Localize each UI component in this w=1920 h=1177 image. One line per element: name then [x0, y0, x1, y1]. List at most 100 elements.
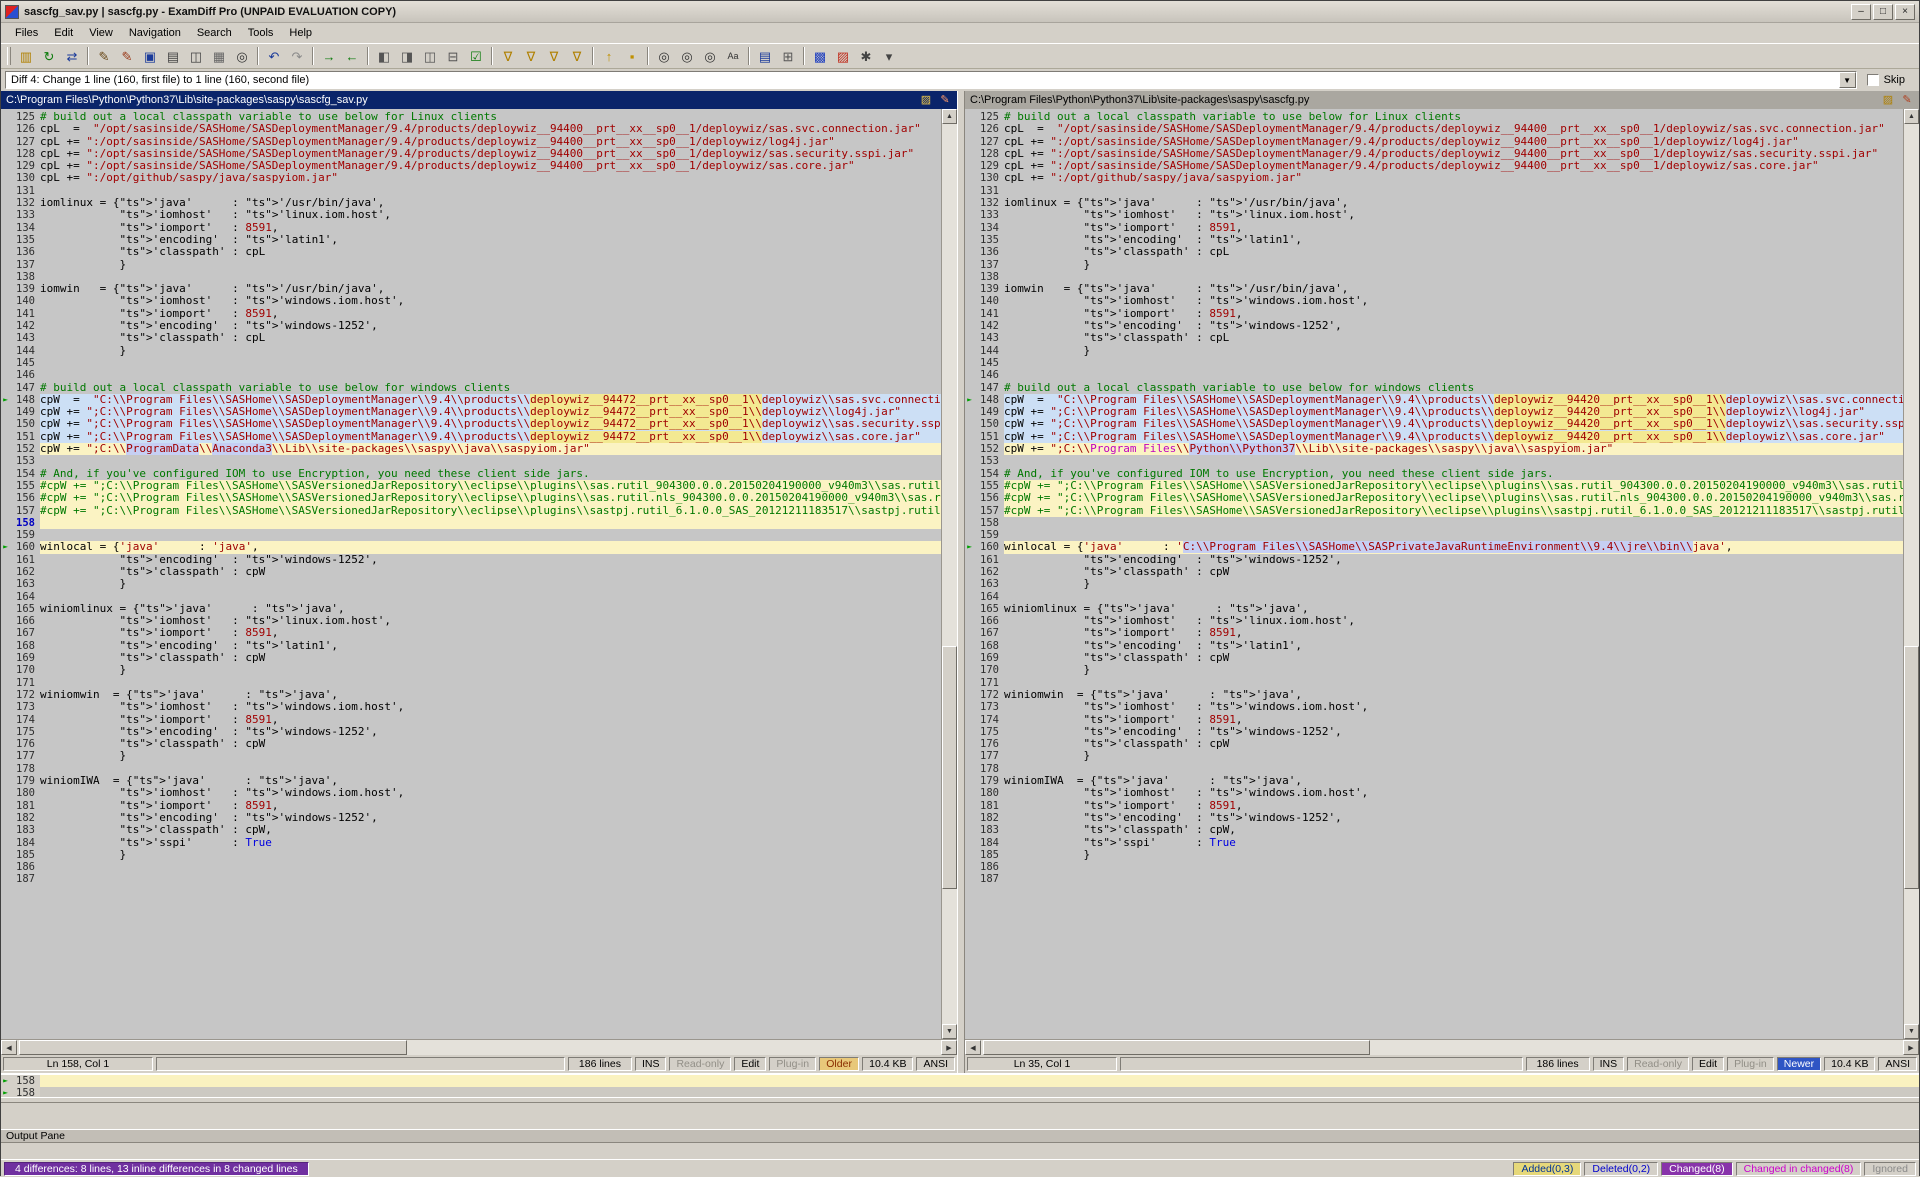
filter-case-icon[interactable]: ∇ [543, 46, 565, 66]
code-line[interactable]: 185 } [1, 849, 941, 861]
code-line[interactable]: 166 "ts">'iomhost' : "ts">'linux.iom.hos… [1, 615, 941, 627]
minimize-button[interactable]: – [1851, 4, 1871, 20]
code-line[interactable]: 151cpW += ";C:\\Program Files\\SASHome\\… [965, 431, 1903, 443]
second-file-hor izontal-scrollbar[interactable]: ◀ ▶ [965, 1039, 1919, 1055]
code-line[interactable]: 130cpL += ":/opt/github/saspy/java/saspy… [1, 172, 941, 184]
code-line[interactable]: 175 "ts">'encoding' : "ts">'windows-1252… [1, 726, 941, 738]
undo-icon[interactable]: ↶ [263, 46, 285, 66]
stop-icon[interactable]: ▪ [621, 46, 643, 66]
code-line[interactable]: 156#cpW += ";C:\\Program Files\\SASHome\… [965, 492, 1903, 504]
code-line[interactable]: 129cpL += ":/opt/sasinside/SASHome/SASDe… [965, 160, 1903, 172]
code-line[interactable]: 139iomwin = {"ts">'java' : "ts">'/usr/bi… [1, 283, 941, 295]
code-line[interactable]: 183 "ts">'classpath' : cpW, [1, 824, 941, 836]
code-line[interactable]: 143 "ts">'classpath' : cpL [1, 332, 941, 344]
code-line[interactable]: 135 "ts">'encoding' : "ts">'latin1', [965, 234, 1903, 246]
code-line[interactable]: 166 "ts">'iomhost' : "ts">'linux.iom.hos… [965, 615, 1903, 627]
code-line[interactable]: 176 "ts">'classpath' : cpW [1, 738, 941, 750]
code-line[interactable]: 180 "ts">'iomhost' : "ts">'windows.iom.h… [965, 787, 1903, 799]
scroll-thumb[interactable] [1904, 646, 1919, 889]
code-line[interactable]: 168 "ts">'encoding' : "ts">'latin1', [965, 640, 1903, 652]
code-line[interactable]: 136 "ts">'classpath' : cpL [965, 246, 1903, 258]
code-line[interactable]: 133 "ts">'iomhost' : "ts">'linux.iom.hos… [965, 209, 1903, 221]
toolbar-grip[interactable] [7, 47, 11, 65]
code-line[interactable]: 162 "ts">'classpath' : cpW [965, 566, 1903, 578]
code-line[interactable]: 135 "ts">'encoding' : "ts">'latin1', [1, 234, 941, 246]
scroll-down-icon[interactable]: ▼ [942, 1024, 957, 1039]
menu-item-navigation[interactable]: Navigation [121, 25, 189, 41]
maximize-button[interactable]: □ [1873, 4, 1893, 20]
next-difference-icon[interactable]: → [318, 46, 340, 66]
code-line[interactable]: 161 "ts">'encoding' : "ts">'windows-1252… [1, 554, 941, 566]
first-file-code-area[interactable]: 125# build out a local classpath variabl… [1, 109, 957, 1039]
code-line[interactable]: 169 "ts">'classpath' : cpW [965, 652, 1903, 664]
code-line[interactable]: 152cpW += ";C:\\ProgramData\\Anaconda3\\… [1, 443, 941, 455]
code-line[interactable]: 165winiomlinux = {"ts">'java' : "ts">'ja… [965, 603, 1903, 615]
scroll-track[interactable] [17, 1040, 941, 1055]
code-line[interactable]: 177 } [965, 750, 1903, 762]
code-line[interactable]: 167 "ts">'iomport' : 8591, [965, 627, 1903, 639]
code-line[interactable]: 187 [965, 873, 1903, 885]
code-line[interactable]: 157#cpW += ";C:\\Program Files\\SASHome\… [1, 505, 941, 517]
code-line[interactable]: 172winiomwin = {"ts">'java' : "ts">'java… [1, 689, 941, 701]
redo-icon[interactable]: ↷ [286, 46, 308, 66]
code-line[interactable]: 146 [1, 369, 941, 381]
code-line[interactable]: 164 [1, 591, 941, 603]
find-in-files-icon[interactable]: ◎ [699, 46, 721, 66]
code-line[interactable]: 132iomlinux = {"ts">'java' : "ts">'/usr/… [965, 197, 1903, 209]
options-dropdown-icon[interactable]: ▾ [878, 46, 900, 66]
first-file-horizontal-scrollbar[interactable]: ◀ ▶ [1, 1039, 957, 1055]
code-line[interactable]: 155#cpW += ";C:\\Program Files\\SASHome\… [1, 480, 941, 492]
edit-first-file-icon[interactable]: ✎ [93, 46, 115, 66]
menu-item-tools[interactable]: Tools [240, 25, 282, 41]
code-line[interactable]: 186 [965, 861, 1903, 873]
code-line[interactable]: 147# build out a local classpath variabl… [965, 382, 1903, 394]
code-line[interactable]: 186 [1, 861, 941, 873]
code-line[interactable]: 131 [965, 185, 1903, 197]
prev-difference-icon[interactable]: ← [341, 46, 363, 66]
code-line[interactable]: 153 [1, 455, 941, 467]
save-icon[interactable]: ▣ [139, 46, 161, 66]
code-line[interactable]: 134 "ts">'iomport' : 8591, [965, 222, 1903, 234]
code-line[interactable]: 184 "ts">'sspi' : True [1, 837, 941, 849]
code-line[interactable]: 158 [1, 517, 941, 529]
xml-report-icon[interactable]: ▨ [832, 46, 854, 66]
show-differences-only-icon[interactable]: ☑ [465, 46, 487, 66]
scroll-track[interactable] [942, 124, 957, 1024]
menu-item-help[interactable]: Help [281, 25, 320, 41]
open-file-icon[interactable]: ▨ [1881, 95, 1895, 106]
code-line[interactable]: 176 "ts">'classpath' : cpW [965, 738, 1903, 750]
scroll-right-icon[interactable]: ▶ [941, 1040, 957, 1055]
show-second-pane-icon[interactable]: ◨ [396, 46, 418, 66]
code-line[interactable]: 132iomlinux = {"ts">'java' : "ts">'/usr/… [1, 197, 941, 209]
code-line[interactable]: 125# build out a local classpath variabl… [1, 111, 941, 123]
code-line[interactable]: 168 "ts">'encoding' : "ts">'latin1', [1, 640, 941, 652]
code-line[interactable]: 157#cpW += ";C:\\Program Files\\SASHome\… [965, 505, 1903, 517]
code-line[interactable]: 158 [965, 517, 1903, 529]
layout-icon[interactable]: ⊞ [777, 46, 799, 66]
statistics-icon[interactable]: ▤ [754, 46, 776, 66]
code-line[interactable]: 150cpW += ";C:\\Program Files\\SASHome\\… [1, 418, 941, 430]
swap-files-icon[interactable]: ⇄ [61, 46, 83, 66]
code-line[interactable]: 174 "ts">'iomport' : 8591, [965, 714, 1903, 726]
code-line[interactable]: 144 } [1, 345, 941, 357]
scroll-thumb[interactable] [19, 1040, 407, 1055]
find-icon[interactable]: ◎ [231, 46, 253, 66]
code-line[interactable]: 161 "ts">'encoding' : "ts">'windows-1252… [965, 554, 1903, 566]
code-line[interactable]: 129cpL += ":/opt/sasinside/SASHome/SASDe… [1, 160, 941, 172]
code-line[interactable]: 149cpW += ";C:\\Program Files\\SASHome\\… [1, 406, 941, 418]
second-file-header[interactable]: C:\Program Files\Python\Python37\Lib\sit… [965, 91, 1919, 109]
menu-item-edit[interactable]: Edit [46, 25, 81, 41]
scroll-right-icon[interactable]: ▶ [1903, 1040, 1919, 1055]
scroll-thumb[interactable] [942, 646, 957, 889]
scroll-down-icon[interactable]: ▼ [1904, 1024, 1919, 1039]
code-line[interactable]: 141 "ts">'iomport' : 8591, [965, 308, 1903, 320]
code-line[interactable]: 144 } [965, 345, 1903, 357]
code-line[interactable]: 143 "ts">'classpath' : cpL [965, 332, 1903, 344]
code-line[interactable]: 183 "ts">'classpath' : cpW, [965, 824, 1903, 836]
menu-item-files[interactable]: Files [7, 25, 46, 41]
split-horizontally-icon[interactable]: ⊟ [442, 46, 464, 66]
print-preview-icon[interactable]: ◫ [185, 46, 207, 66]
code-line[interactable]: 177 } [1, 750, 941, 762]
plugins-icon[interactable]: ▩ [809, 46, 831, 66]
code-line[interactable]: 136 "ts">'classpath' : cpL [1, 246, 941, 258]
